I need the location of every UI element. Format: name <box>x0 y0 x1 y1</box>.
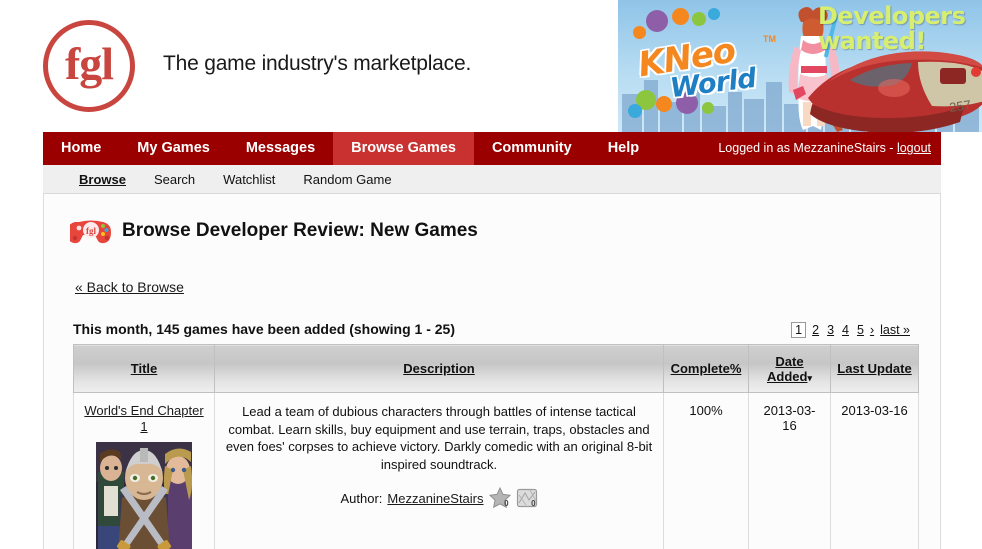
results-count: This month, 145 games have been added (s… <box>73 321 455 337</box>
map-count: 0 <box>531 499 536 509</box>
column-header-complete[interactable]: Complete% <box>663 344 749 393</box>
svg-text:257: 257 <box>948 97 972 115</box>
cell-last-update: 2013-03-16 <box>830 392 919 549</box>
column-header-description[interactable]: Description <box>214 344 664 393</box>
pagination-last-link[interactable]: last » <box>878 323 912 337</box>
table-row: World's End Chapter 1 Lead a team of dub… <box>73 392 919 549</box>
author-row: Author: MezzanineStairs 0 0 <box>223 487 655 509</box>
pagination-page-2[interactable]: 2 <box>810 323 821 337</box>
session-username-text: Logged in as MezzanineStairs - <box>718 141 897 155</box>
sub-nav: Browse Search Watchlist Random Game <box>43 165 941 194</box>
column-header-last-update[interactable]: Last Update <box>830 344 919 393</box>
banner-headline: Developers wanted! <box>818 2 966 56</box>
nav-item-my-games[interactable]: My Games <box>119 132 228 165</box>
session-status: Logged in as MezzanineStairs - logout <box>718 132 931 165</box>
nav-item-help[interactable]: Help <box>590 132 657 165</box>
table-header-row: Title Description Complete% Date Added▾ … <box>73 344 919 393</box>
back-to-browse-link[interactable]: « Back to Browse <box>75 279 184 295</box>
pagination-page-3[interactable]: 3 <box>825 323 836 337</box>
star-rating-badge[interactable]: 0 <box>488 487 511 509</box>
subnav-item-random-game[interactable]: Random Game <box>289 165 405 194</box>
gamepad-icon: fgl <box>70 220 111 244</box>
pagination: 1 2 3 4 5 › last » <box>791 322 912 338</box>
author-link[interactable]: MezzanineStairs <box>387 491 483 506</box>
subnav-item-watchlist[interactable]: Watchlist <box>209 165 289 194</box>
logout-link[interactable]: logout <box>897 141 931 155</box>
logo-circle: fgl <box>43 20 135 112</box>
page-heading-row: fgl Browse Developer Review: New Games <box>70 216 478 246</box>
cell-date-added: 2013-03-16 <box>748 392 831 549</box>
column-header-title[interactable]: Title <box>73 344 215 393</box>
site-tagline: The game industry's marketplace. <box>163 52 472 75</box>
map-badge[interactable]: 0 <box>516 487 538 509</box>
cell-complete: 100% <box>663 392 749 549</box>
column-header-date-added[interactable]: Date Added▾ <box>748 344 831 393</box>
game-thumbnail[interactable] <box>96 441 192 549</box>
games-table-body: World's End Chapter 1 Lead a team of dub… <box>73 392 919 549</box>
game-description: Lead a team of dubious characters throug… <box>225 404 653 472</box>
nav-item-community[interactable]: Community <box>474 132 590 165</box>
author-label: Author: <box>340 490 383 506</box>
svg-text:fgl: fgl <box>86 226 96 236</box>
page-title: Browse Developer Review: New Games <box>122 220 478 241</box>
games-table-head: Title Description Complete% Date Added▾ … <box>73 344 919 393</box>
subnav-item-search[interactable]: Search <box>140 165 209 194</box>
nav-item-home[interactable]: Home <box>43 132 119 165</box>
subnav-item-browse[interactable]: Browse <box>65 165 140 194</box>
nav-item-browse-games[interactable]: Browse Games <box>333 132 474 165</box>
game-title-link[interactable]: World's End Chapter 1 <box>82 403 206 436</box>
logo-text: fgl <box>64 38 114 89</box>
banner-ad[interactable]: KNeo TM World 257 Developers wanted! <box>618 0 982 132</box>
main-nav: Home My Games Messages Browse Games Comm… <box>43 132 941 165</box>
sort-descending-icon: ▾ <box>807 372 812 383</box>
sub-nav-list: Browse Search Watchlist Random Game <box>43 165 941 194</box>
spaceship-graphic: 257 <box>808 51 982 132</box>
star-count: 0 <box>504 499 509 509</box>
games-table: Title Description Complete% Date Added▾ … <box>73 344 919 549</box>
site-header: fgl The game industry's marketplace. KNe… <box>0 0 982 132</box>
pagination-page-4[interactable]: 4 <box>840 323 851 337</box>
pagination-next-icon[interactable]: › <box>870 323 874 337</box>
cell-title: World's End Chapter 1 <box>73 392 215 549</box>
pagination-current-page: 1 <box>791 322 807 338</box>
content-area: fgl Browse Developer Review: New Games «… <box>43 194 941 549</box>
nav-item-messages[interactable]: Messages <box>228 132 333 165</box>
fgl-logo[interactable]: fgl <box>43 20 135 112</box>
page-root: fgl The game industry's marketplace. KNe… <box>0 0 982 549</box>
cell-description: Lead a team of dubious characters throug… <box>214 392 664 549</box>
pagination-page-5[interactable]: 5 <box>855 323 866 337</box>
